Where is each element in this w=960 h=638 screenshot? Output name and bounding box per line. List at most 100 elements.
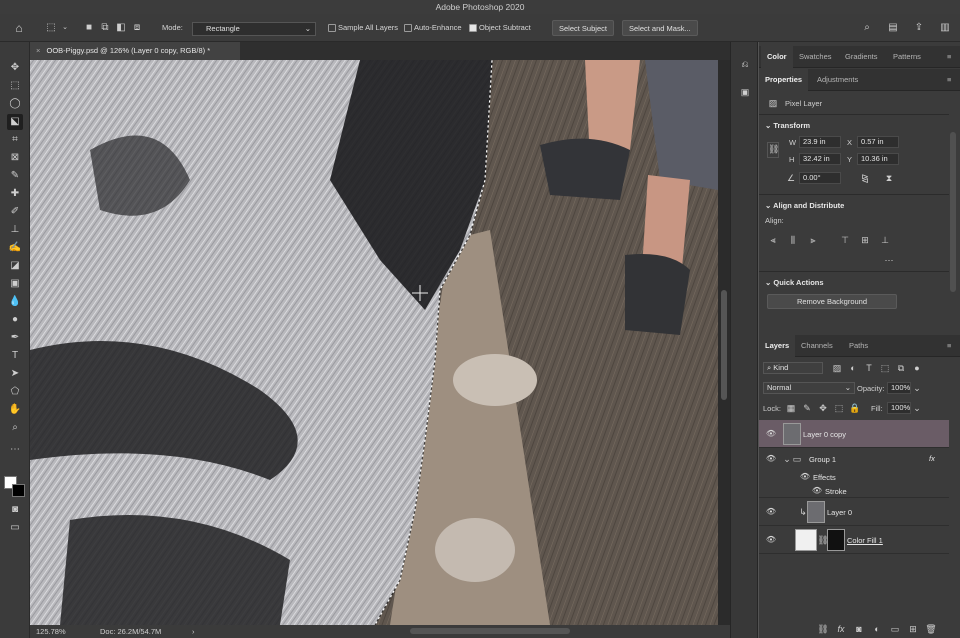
lock-all-icon[interactable]: 🔒 [849, 402, 861, 414]
layer-effect-stroke-row[interactable]: 👁 Stroke [759, 484, 949, 498]
frame-tool-icon[interactable]: ⊠ [7, 150, 23, 166]
link-dimensions-icon[interactable]: ⛓ [767, 142, 779, 158]
link-layers-icon[interactable]: ⛓ [817, 623, 829, 635]
more-options-icon[interactable]: ⋯ [883, 254, 895, 266]
blur-tool-icon[interactable]: 💧 [7, 294, 23, 310]
panel-menu-icon[interactable]: ≡ [941, 69, 957, 91]
clone-stamp-tool-icon[interactable]: ⊥ [7, 222, 23, 238]
filter-adjustment-icon[interactable]: ◐ [847, 362, 859, 374]
fx-icon[interactable]: fx [835, 623, 847, 635]
properties-scrollbar[interactable] [950, 132, 956, 292]
visibility-eye-icon[interactable]: 👁 [799, 471, 811, 483]
close-icon[interactable]: × [36, 46, 40, 55]
crop-tool-icon[interactable]: ⌗ [7, 132, 23, 148]
adjustment-layer-icon[interactable]: ◐ [871, 623, 883, 635]
tab-gradients[interactable]: Gradients [839, 46, 884, 68]
intersect-selection-icon[interactable]: ⧈ [130, 21, 144, 35]
type-tool-icon[interactable]: T [7, 348, 23, 364]
tab-layers[interactable]: Layers [759, 335, 796, 357]
filter-shape-icon[interactable]: ⬚ [879, 362, 891, 374]
hand-tool-icon[interactable]: ✋ [7, 402, 23, 418]
height-field[interactable]: 32.42 in [799, 153, 841, 165]
path-selection-tool-icon[interactable]: ➤ [7, 366, 23, 382]
mode-select[interactable]: Rectangle ⌄ [192, 22, 316, 36]
layer-row-layer-0-copy[interactable]: 👁 Layer 0 copy [759, 420, 949, 448]
quick-mask-icon[interactable]: ◙ [7, 502, 23, 518]
move-tool-icon[interactable]: ✥ [7, 60, 23, 76]
align-middle-icon[interactable]: ⊞ [859, 234, 871, 246]
filter-toggle-icon[interactable]: ● [911, 362, 923, 374]
panel-menu-icon[interactable]: ≡ [941, 46, 957, 68]
new-layer-icon[interactable]: ⊞ [907, 623, 919, 635]
object-selection-tool-preset-icon[interactable]: ⬚ [44, 21, 58, 35]
opacity-field[interactable]: 100% [887, 382, 911, 394]
lock-position-icon[interactable]: ✥ [817, 402, 829, 414]
history-brush-tool-icon[interactable]: ✍ [7, 240, 23, 256]
visibility-eye-icon[interactable]: 👁 [765, 453, 777, 465]
align-heading[interactable]: ⌄ Align and Distribute [765, 201, 844, 210]
align-bottom-icon[interactable]: ⊥ [879, 234, 891, 246]
home-icon[interactable]: ⌂ [12, 21, 26, 35]
new-group-icon[interactable]: ▭ [889, 623, 901, 635]
gradient-tool-icon[interactable]: ▣ [7, 276, 23, 292]
pen-tool-icon[interactable]: ✒ [7, 330, 23, 346]
eraser-tool-icon[interactable]: ◪ [7, 258, 23, 274]
marquee-tool-icon[interactable]: ⬚ [7, 78, 23, 94]
horizontal-scroll-thumb[interactable] [410, 628, 570, 634]
auto-enhance-checkbox[interactable] [404, 24, 412, 32]
fx-badge[interactable]: fx [929, 454, 935, 463]
angle-field[interactable]: 0.00° [799, 172, 841, 184]
lock-artboard-icon[interactable]: ⬚ [833, 402, 845, 414]
document-tab[interactable]: × OOB-Piggy.psd @ 126% (Layer 0 copy, RG… [30, 42, 240, 60]
flip-horizontal-icon[interactable]: ⧎ [859, 172, 871, 184]
panel-menu-icon[interactable]: ▥ [938, 21, 952, 35]
zoom-tool-icon[interactable]: ⌕ [7, 420, 23, 436]
fill-field[interactable]: 100% [887, 402, 911, 414]
more-tools-icon[interactable]: ⋯ [7, 442, 23, 458]
flip-vertical-icon[interactable]: ⧗ [883, 172, 895, 184]
layer-effects-row[interactable]: 👁 Effects [759, 470, 949, 484]
chevron-down-icon[interactable]: ⌄ [911, 382, 923, 394]
y-field[interactable]: 10.36 in [857, 153, 899, 165]
sample-all-layers-checkbox[interactable] [328, 24, 336, 32]
chevron-down-icon[interactable]: ⌄ [911, 402, 923, 414]
chevron-right-icon[interactable]: › [192, 625, 195, 638]
layer-row-group-1[interactable]: 👁 ⌄ ▭ Group 1 fx [759, 448, 949, 470]
eyedropper-tool-icon[interactable]: ✎ [7, 168, 23, 184]
remove-background-button[interactable]: Remove Background [767, 294, 897, 309]
scroll-thumb[interactable] [721, 290, 727, 400]
align-center-icon[interactable]: ⫼ [787, 234, 799, 246]
align-left-icon[interactable]: ⫷ [767, 234, 779, 246]
object-subtract-checkbox[interactable] [469, 24, 477, 32]
visibility-eye-icon[interactable]: 👁 [811, 485, 823, 497]
visibility-eye-icon[interactable]: 👁 [765, 506, 777, 518]
filter-smart-object-icon[interactable]: ⧉ [895, 362, 907, 374]
share-icon[interactable]: ⇪ [912, 21, 926, 35]
shape-tool-icon[interactable]: ⬠ [7, 384, 23, 400]
lasso-tool-icon[interactable]: ◯ [7, 96, 23, 112]
object-selection-tool-icon[interactable]: ⬕ [7, 114, 23, 130]
tab-swatches[interactable]: Swatches [793, 46, 838, 68]
layer-row-color-fill-1[interactable]: 👁 ⛓ Color Fill 1 [759, 526, 949, 554]
zoom-level[interactable]: 125.78% [36, 625, 66, 638]
lock-image-icon[interactable]: ✎ [801, 402, 813, 414]
panel-menu-icon[interactable]: ≡ [941, 335, 957, 357]
align-top-icon[interactable]: ⊤ [839, 234, 851, 246]
tab-paths[interactable]: Paths [843, 335, 874, 357]
background-color-swatch[interactable] [12, 484, 25, 497]
subtract-from-selection-icon[interactable]: ◧ [114, 21, 128, 35]
visibility-eye-icon[interactable]: 👁 [765, 534, 777, 546]
x-field[interactable]: 0.57 in [857, 136, 899, 148]
quick-actions-heading[interactable]: ⌄ Quick Actions [765, 278, 824, 287]
tab-patterns[interactable]: Patterns [887, 46, 927, 68]
trash-icon[interactable]: 🗑 [925, 623, 937, 635]
layer-filter-select[interactable]: ⌕ Kind [763, 362, 823, 374]
tab-properties[interactable]: Properties [759, 69, 809, 91]
canvas-vertical-scrollbar[interactable] [718, 60, 730, 625]
align-right-icon[interactable]: ⫸ [807, 234, 819, 246]
chevron-down-icon[interactable]: ⌄ [58, 21, 72, 35]
width-field[interactable]: 23.9 in [799, 136, 841, 148]
filter-pixel-icon[interactable]: ▨ [831, 362, 843, 374]
add-to-selection-icon[interactable]: ⧉ [98, 21, 112, 35]
filter-type-icon[interactable]: T [863, 362, 875, 374]
